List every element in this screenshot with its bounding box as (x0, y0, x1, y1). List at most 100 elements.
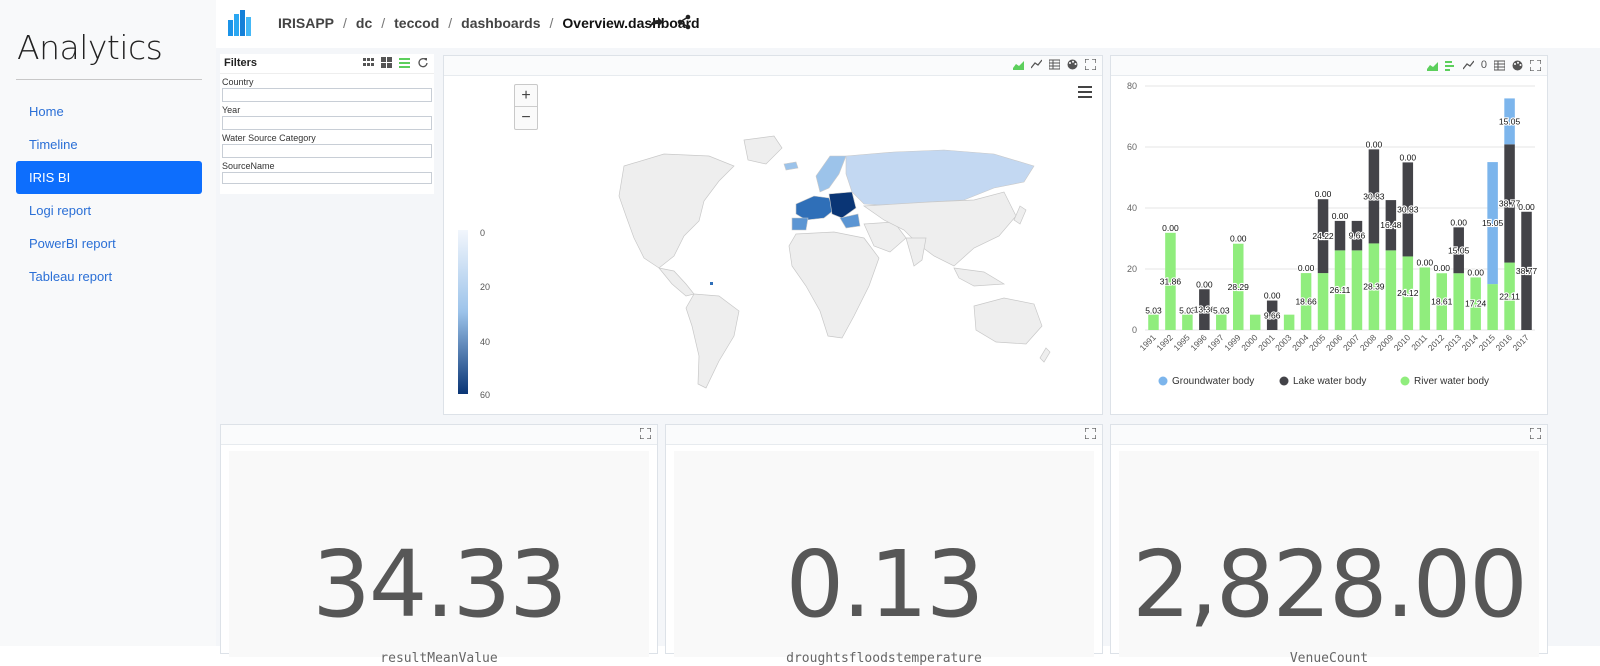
filter-year-label: Year (222, 105, 241, 115)
kpi-card: 34.33 resultMeanValue (229, 451, 649, 666)
filter-water-source-category-input[interactable] (222, 144, 432, 158)
kpi-value: 0.13 (785, 531, 985, 638)
grid-small-icon[interactable] (381, 57, 392, 68)
map-region-greenland[interactable] (743, 135, 783, 165)
data-label: 18.66 (1295, 297, 1317, 307)
bar-segment (1249, 314, 1261, 330)
breadcrumb-teccod[interactable]: teccod (394, 15, 439, 31)
map-region-africa[interactable] (788, 231, 880, 339)
palette-icon[interactable] (1512, 60, 1523, 71)
fullscreen-icon[interactable] (1085, 428, 1096, 439)
sidebar-item-timeline[interactable]: Timeline (16, 128, 202, 161)
y-tick-label: 20 (1127, 264, 1137, 274)
sidebar-item-tableau-report[interactable]: Tableau report (16, 260, 202, 293)
kpi-label: droughtsfloodstemperature (786, 651, 982, 666)
legend-marker (1400, 376, 1410, 386)
y-tick-label: 60 (1127, 142, 1137, 152)
share-arrow-icon[interactable] (648, 14, 664, 30)
sidebar-item-iris-bi[interactable]: IRIS BI (16, 161, 202, 194)
x-tick-label: 2007 (1341, 332, 1362, 353)
breadcrumb-dashboards[interactable]: dashboards (461, 15, 540, 31)
map-region-new-zealand[interactable] (1039, 347, 1051, 363)
filters-panel: Filters Country Year Water Source Catego… (220, 54, 434, 194)
map-region-iberia[interactable] (791, 217, 809, 231)
breadcrumb-dc[interactable]: dc (356, 15, 372, 31)
data-label: 13.36 (1194, 305, 1216, 315)
map-zoom-in-button[interactable]: + (515, 85, 537, 107)
filters-title: Filters (224, 57, 258, 69)
sidebar-item-home[interactable]: Home (16, 95, 202, 128)
fullscreen-icon[interactable] (1530, 59, 1541, 71)
stacked-bar-chart: 0 20 40 60 80 5.03 1991 31.86 0.00 1992 5.03 1995 13… (1127, 81, 1539, 387)
data-label: 28.39 (1363, 282, 1385, 292)
iris-logo-icon[interactable] (226, 8, 256, 38)
sidebar-item-powerbi-report[interactable]: PowerBI report (16, 227, 202, 260)
share-icon[interactable] (676, 14, 692, 30)
line-chart-icon[interactable] (1031, 59, 1042, 70)
line-chart-icon[interactable] (1462, 60, 1474, 71)
map-color-legend: 0 20 40 60 (458, 228, 518, 400)
dashboard-area: Filters Country Year Water Source Catego… (216, 48, 1600, 666)
map-region-southeast-asia[interactable] (953, 267, 1006, 287)
data-label: 0.00 (1264, 291, 1281, 301)
map-region-central-europe[interactable] (828, 191, 857, 219)
map-region-western-europe[interactable] (795, 195, 835, 221)
map-region-north-america[interactable] (618, 153, 735, 269)
grid-large-icon[interactable] (363, 57, 374, 68)
sidebar-item-logi-report[interactable]: Logi report (16, 194, 202, 227)
area-chart-icon[interactable] (1426, 60, 1438, 71)
map-region-iceland[interactable] (783, 161, 799, 171)
map-region-india[interactable] (905, 237, 927, 267)
table-view-icon[interactable] (1049, 59, 1060, 70)
x-tick-label: 1992 (1154, 332, 1175, 353)
kpi-card: 2,828.00 VenueCount (1119, 451, 1539, 666)
x-tick-label: 2014 (1460, 332, 1481, 353)
map-legend-gradient (458, 230, 468, 394)
x-tick-label: 1997 (1205, 332, 1226, 353)
filter-country-input[interactable] (222, 88, 432, 102)
fullscreen-icon[interactable] (640, 428, 651, 439)
filter-sourcename-input[interactable] (222, 172, 432, 184)
y-tick-label: 40 (1127, 203, 1137, 213)
data-label: 15.05 (1482, 218, 1504, 228)
map-region-scandinavia[interactable] (815, 155, 847, 193)
area-chart-icon[interactable] (1013, 59, 1024, 70)
data-label: 38.77 (1499, 198, 1521, 208)
data-label: 0.00 (1450, 217, 1467, 227)
breadcrumb-irisapp[interactable]: IRISAPP (278, 15, 334, 31)
map-menu-icon[interactable] (1078, 86, 1092, 98)
x-tick-label: 2016 (1494, 332, 1515, 353)
data-label: 18.61 (1431, 297, 1453, 307)
data-label: 17.24 (1465, 299, 1487, 309)
data-label: 0.00 (1518, 202, 1535, 212)
data-label: 5.03 (1213, 306, 1230, 316)
x-tick-label: 2009 (1375, 332, 1396, 353)
list-view-icon[interactable] (399, 57, 410, 68)
legend-label: Lake water body (1293, 376, 1366, 387)
table-view-icon[interactable] (1494, 60, 1505, 71)
bar-segment (1487, 284, 1498, 330)
map-region-central-america[interactable] (658, 267, 695, 297)
x-tick-label: 2011 (1409, 332, 1429, 352)
refresh-icon[interactable] (417, 57, 428, 68)
map-region-japan[interactable] (1013, 205, 1027, 225)
palette-icon[interactable] (1067, 59, 1078, 70)
map-region-australia[interactable] (973, 297, 1043, 345)
map-panel: + − 0 20 40 60 (443, 55, 1103, 415)
kpi-label: VenueCount (1289, 651, 1369, 666)
x-tick-label: 2004 (1290, 332, 1311, 353)
fullscreen-icon[interactable] (1085, 59, 1096, 70)
map-region-south-america[interactable] (685, 293, 740, 389)
filter-water-source-category: Water Source Category (220, 133, 434, 158)
data-label: 16.48 (1380, 220, 1402, 230)
data-label: 15.05 (1448, 245, 1470, 255)
y-tick-label: 0 (1132, 325, 1137, 335)
stacked-bar-icon[interactable] (1444, 60, 1456, 71)
filter-water-source-category-label: Water Source Category (222, 133, 316, 143)
filter-year-input[interactable] (222, 116, 432, 130)
map-region-caribbean[interactable] (710, 282, 713, 285)
fullscreen-icon[interactable] (1530, 428, 1541, 439)
chart-toolbar-count[interactable]: 0 (1481, 59, 1487, 71)
data-label: 0.00 (1332, 211, 1349, 221)
x-tick-label: 2005 (1307, 332, 1328, 353)
